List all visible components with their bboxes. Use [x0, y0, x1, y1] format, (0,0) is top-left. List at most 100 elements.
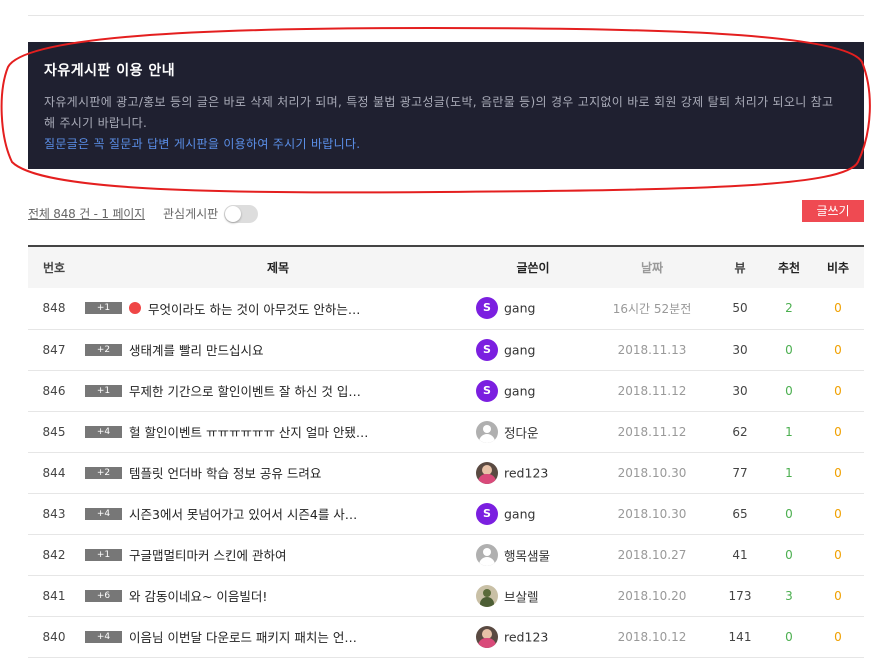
s-avatar-icon: S — [476, 297, 498, 320]
s-avatar-icon: S — [476, 502, 498, 525]
post-not-recommend-count: 0 — [834, 301, 842, 316]
table-row[interactable]: 846 +1 무제한 기간으로 할인이벤트 잘 하신 것 입… Sgang 2018.1… — [28, 370, 864, 411]
post-title-link[interactable]: 헐 할인이벤트 ㅠㅠㅠㅠㅠㅠ 산지 얼마 안됐… — [129, 425, 368, 440]
post-not-recommend-count: 0 — [834, 506, 842, 521]
post-views: 50 — [732, 301, 748, 316]
post-title-link[interactable]: 구글맵멀티마커 스킨에 관하여 — [129, 548, 286, 563]
post-title-cell: +4 시즌3에서 못넘어가고 있어서 시즌4를 사… — [80, 493, 476, 534]
post-not-recommend-count: 0 — [834, 588, 842, 603]
post-writer-cell[interactable]: 정다운 — [476, 411, 590, 452]
header-recommend[interactable]: 추천 — [766, 246, 812, 288]
post-views: 30 — [732, 383, 748, 398]
post-count-link[interactable]: 전체 848 건 - 1 페이지 — [28, 204, 145, 224]
table-row[interactable]: 842 +1 구글맵멀티마커 스킨에 관하여 행목샘물 2018.10.27 41 0 0 — [28, 534, 864, 575]
user-photo-avatar — [476, 584, 498, 607]
post-title-cell: +4 이음님 이번달 다운로드 패키지 패치는 언… — [80, 616, 476, 657]
comment-count-badge: +4 — [85, 630, 122, 643]
post-views: 62 — [732, 424, 748, 439]
post-recommend-count: 0 — [785, 547, 793, 562]
post-title-link[interactable]: 생태계를 빨리 만드십시요 — [129, 343, 263, 358]
header-not-recommend[interactable]: 비추 — [812, 246, 864, 288]
post-recommend-count: 1 — [785, 424, 793, 439]
post-number: 844 — [42, 465, 66, 480]
post-title-cell: +1 무엇이라도 하는 것이 아무것도 안하는… — [80, 288, 476, 329]
post-recommend-count: 0 — [785, 629, 793, 644]
header-num[interactable]: 번호 — [28, 246, 80, 288]
post-date: 16시간 52분전 — [612, 301, 692, 316]
write-post-button[interactable]: 글쓰기 — [802, 200, 864, 222]
post-date: 2018.10.27 — [617, 547, 687, 562]
post-writer-cell[interactable]: Sgang — [476, 370, 590, 411]
post-date: 2018.10.12 — [617, 629, 687, 644]
table-row[interactable]: 847 +2 생태계를 빨리 만드십시요 Sgang 2018.11.13 30 0 0 — [28, 329, 864, 370]
post-title-link[interactable]: 템플릿 언더바 학습 정보 공유 드려요 — [129, 466, 321, 481]
post-writer-cell[interactable]: Sgang — [476, 288, 590, 329]
table-row[interactable]: 844 +2 템플릿 언더바 학습 정보 공유 드려요 red123 2018.10.3… — [28, 452, 864, 493]
comment-count-badge: +4 — [85, 425, 122, 438]
writer-name[interactable]: gang — [504, 506, 535, 521]
post-writer-cell[interactable]: 브살렐 — [476, 575, 590, 616]
writer-name[interactable]: gang — [504, 301, 535, 316]
default-person-avatar-icon — [476, 420, 498, 443]
post-writer-cell[interactable]: red123 — [476, 616, 590, 657]
writer-name[interactable]: gang — [504, 383, 535, 398]
post-title-link[interactable]: 이음님 이번달 다운로드 패키지 패치는 언… — [129, 630, 357, 645]
user-photo-avatar — [476, 625, 498, 648]
post-not-recommend-count: 0 — [834, 629, 842, 644]
post-number: 847 — [42, 342, 66, 357]
writer-name[interactable]: 행목샘물 — [504, 548, 550, 563]
post-not-recommend-count: 0 — [834, 465, 842, 480]
post-not-recommend-count: 0 — [834, 383, 842, 398]
post-title-cell: +1 무제한 기간으로 할인이벤트 잘 하신 것 입… — [80, 370, 476, 411]
post-number: 848 — [42, 301, 66, 316]
header-writer[interactable]: 글쓴이 — [476, 246, 590, 288]
writer-name[interactable]: 정다운 — [504, 425, 539, 440]
post-table: 번호 제목 글쓴이 날짜 뷰 추천 비추 848 +1 무엇이라도 하는 것이 아무… — [28, 245, 864, 658]
post-views: 65 — [732, 506, 748, 521]
comment-count-badge: +6 — [85, 589, 122, 602]
comment-count-badge: +2 — [85, 466, 122, 479]
header-title[interactable]: 제목 — [80, 246, 476, 288]
writer-name[interactable]: red123 — [504, 629, 548, 644]
table-row[interactable]: 841 +6 와 감동이네요~ 이음빌더! 브살렐 2018.10.20 173 3 0 — [28, 575, 864, 616]
post-number: 842 — [42, 547, 66, 562]
comment-count-badge: +4 — [85, 507, 122, 520]
post-title-link[interactable]: 무엇이라도 하는 것이 아무것도 안하는… — [148, 302, 360, 317]
favorite-board-toggle[interactable] — [224, 205, 259, 223]
post-recommend-count: 0 — [785, 506, 793, 521]
comment-count-badge: +1 — [85, 548, 122, 561]
post-title-cell: +1 구글맵멀티마커 스킨에 관하여 — [80, 534, 476, 575]
table-row[interactable]: 848 +1 무엇이라도 하는 것이 아무것도 안하는… Sgang 16시간 52분전… — [28, 288, 864, 329]
writer-name[interactable]: gang — [504, 342, 535, 357]
post-date: 2018.10.20 — [617, 588, 687, 603]
user-photo-avatar — [476, 461, 498, 484]
post-not-recommend-count: 0 — [834, 424, 842, 439]
toggle-knob — [225, 206, 242, 222]
post-title-link[interactable]: 와 감동이네요~ 이음빌더! — [129, 589, 267, 604]
post-number: 846 — [42, 383, 66, 398]
post-views: 41 — [732, 547, 748, 562]
table-row[interactable]: 843 +4 시즌3에서 못넘어가고 있어서 시즌4를 사… Sgang 2018.10… — [28, 493, 864, 534]
post-date: 2018.11.12 — [617, 383, 687, 398]
post-writer-cell[interactable]: Sgang — [476, 493, 590, 534]
table-row[interactable]: 840 +4 이음님 이번달 다운로드 패키지 패치는 언… red123 2018.1… — [28, 616, 864, 657]
header-views[interactable]: 뷰 — [714, 246, 766, 288]
post-date: 2018.10.30 — [617, 465, 687, 480]
post-recommend-count: 2 — [785, 301, 793, 316]
post-recommend-count: 0 — [785, 342, 793, 357]
post-writer-cell[interactable]: red123 — [476, 452, 590, 493]
writer-name[interactable]: 브살렐 — [504, 589, 539, 604]
post-views: 173 — [728, 588, 752, 603]
comment-count-badge: +1 — [85, 302, 122, 315]
notice-qna-link[interactable]: 질문글은 꼭 질문과 답변 게시판을 이용하여 주시기 바랍니다. — [44, 134, 848, 155]
table-row[interactable]: 845 +4 헐 할인이벤트 ㅠㅠㅠㅠㅠㅠ 산지 얼마 안됐… 정다운 2018.11.… — [28, 411, 864, 452]
post-title-cell: +6 와 감동이네요~ 이음빌더! — [80, 575, 476, 616]
post-title-link[interactable]: 시즌3에서 못넘어가고 있어서 시즌4를 사… — [129, 507, 357, 522]
post-title-cell: +2 템플릿 언더바 학습 정보 공유 드려요 — [80, 452, 476, 493]
header-date[interactable]: 날짜 — [590, 246, 714, 288]
post-writer-cell[interactable]: 행목샘물 — [476, 534, 590, 575]
new-post-dot-icon — [129, 302, 141, 315]
post-title-link[interactable]: 무제한 기간으로 할인이벤트 잘 하신 것 입… — [129, 384, 361, 399]
writer-name[interactable]: red123 — [504, 465, 548, 480]
post-writer-cell[interactable]: Sgang — [476, 329, 590, 370]
